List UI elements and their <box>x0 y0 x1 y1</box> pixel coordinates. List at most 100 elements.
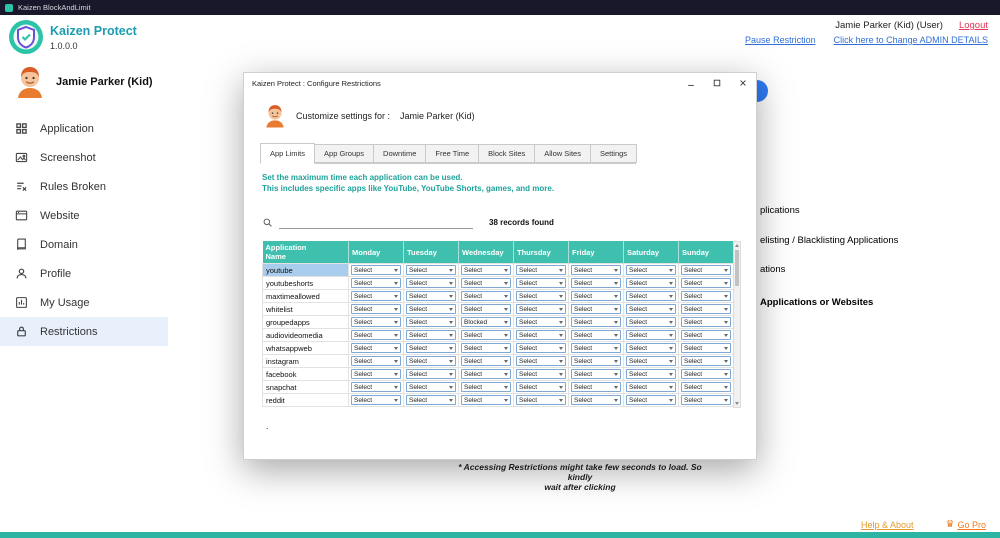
pause-restriction-link[interactable]: Pause Restriction <box>745 35 816 45</box>
day-limit-select[interactable]: Select <box>681 278 731 288</box>
day-limit-select[interactable]: Select <box>351 330 401 340</box>
sidebar-item-profile[interactable]: Profile <box>0 259 168 288</box>
day-limit-select[interactable]: Select <box>571 343 621 353</box>
app-name-cell[interactable]: reddit <box>263 394 349 407</box>
day-limit-select[interactable]: Select <box>681 356 731 366</box>
day-limit-select[interactable]: Select <box>406 343 456 353</box>
day-limit-select[interactable]: Select <box>516 265 566 275</box>
day-limit-select[interactable]: Select <box>351 278 401 288</box>
tab-downtime[interactable]: Downtime <box>373 144 426 163</box>
day-limit-select[interactable]: Select <box>351 369 401 379</box>
day-limit-select[interactable]: Select <box>351 304 401 314</box>
maximize-button[interactable] <box>704 74 730 92</box>
day-limit-select[interactable]: Select <box>461 291 511 301</box>
day-limit-select[interactable]: Select <box>681 382 731 392</box>
sidebar-item-website[interactable]: Website <box>0 201 168 230</box>
day-limit-select[interactable]: Select <box>406 265 456 275</box>
day-limit-select[interactable]: Select <box>351 395 401 405</box>
app-name-cell[interactable]: snapchat <box>263 381 349 394</box>
day-limit-select[interactable]: Select <box>351 382 401 392</box>
tab-allow-sites[interactable]: Allow Sites <box>534 144 591 163</box>
app-name-cell[interactable]: audiovideomedia <box>263 329 349 342</box>
day-limit-select[interactable]: Select <box>571 369 621 379</box>
app-name-cell[interactable]: facebook <box>263 368 349 381</box>
day-limit-select[interactable]: Select <box>351 317 401 327</box>
app-name-cell[interactable]: whitelist <box>263 303 349 316</box>
change-admin-link[interactable]: Click here to Change ADMIN DETAILS <box>834 35 988 45</box>
day-limit-select[interactable]: Select <box>626 382 676 392</box>
day-limit-select[interactable]: Select <box>406 291 456 301</box>
day-limit-select[interactable]: Select <box>626 369 676 379</box>
sidebar-item-application[interactable]: Application <box>0 114 168 143</box>
go-pro-link[interactable]: Go Pro <box>957 520 986 530</box>
day-limit-select[interactable]: Select <box>681 343 731 353</box>
day-limit-select[interactable]: Select <box>516 382 566 392</box>
day-limit-select[interactable]: Select <box>681 395 731 405</box>
help-about-link[interactable]: Help & About <box>861 520 914 530</box>
day-limit-select[interactable]: Select <box>461 330 511 340</box>
day-limit-select[interactable]: Select <box>406 278 456 288</box>
day-limit-select[interactable]: Select <box>406 304 456 314</box>
day-limit-select[interactable]: Select <box>351 356 401 366</box>
day-limit-select[interactable]: Select <box>461 278 511 288</box>
tab-app-limits[interactable]: App Limits <box>260 143 315 164</box>
day-limit-select[interactable]: Select <box>626 343 676 353</box>
day-limit-select[interactable]: Select <box>626 330 676 340</box>
day-limit-select[interactable]: Select <box>516 395 566 405</box>
day-limit-select[interactable]: Select <box>461 265 511 275</box>
day-limit-select[interactable]: Select <box>571 291 621 301</box>
day-limit-select[interactable]: Select <box>406 395 456 405</box>
day-limit-select[interactable]: Select <box>571 395 621 405</box>
day-limit-select[interactable]: Select <box>571 278 621 288</box>
day-limit-select[interactable]: Select <box>516 330 566 340</box>
tab-block-sites[interactable]: Block Sites <box>478 144 535 163</box>
sidebar-item-rules-broken[interactable]: Rules Broken <box>0 172 168 201</box>
scrollbar-thumb[interactable] <box>735 250 739 286</box>
day-limit-select[interactable]: Select <box>406 356 456 366</box>
day-limit-select[interactable]: Select <box>681 291 731 301</box>
day-limit-select[interactable]: Select <box>681 265 731 275</box>
day-limit-select[interactable]: Select <box>461 369 511 379</box>
day-limit-select[interactable]: Select <box>461 382 511 392</box>
day-limit-select[interactable]: Select <box>681 317 731 327</box>
minimize-button[interactable] <box>678 74 704 92</box>
day-limit-select[interactable]: Select <box>626 265 676 275</box>
logout-link[interactable]: Logout <box>959 20 988 31</box>
table-scrollbar[interactable] <box>733 241 741 408</box>
day-limit-select[interactable]: Select <box>406 330 456 340</box>
app-name-cell[interactable]: instagram <box>263 355 349 368</box>
day-limit-select[interactable]: Select <box>571 317 621 327</box>
tab-app-groups[interactable]: App Groups <box>314 144 374 163</box>
day-limit-select[interactable]: Select <box>461 343 511 353</box>
day-limit-select[interactable]: Select <box>626 317 676 327</box>
day-limit-select[interactable]: Select <box>351 343 401 353</box>
day-limit-select[interactable]: Select <box>516 278 566 288</box>
tab-free-time[interactable]: Free Time <box>425 144 479 163</box>
day-limit-select[interactable]: Blocked <box>461 317 511 327</box>
app-name-cell[interactable]: groupedapps <box>263 316 349 329</box>
day-limit-select[interactable]: Select <box>516 291 566 301</box>
day-limit-select[interactable]: Select <box>406 382 456 392</box>
day-limit-select[interactable]: Select <box>461 395 511 405</box>
app-name-cell[interactable]: whatsappweb <box>263 342 349 355</box>
day-limit-select[interactable]: Select <box>626 395 676 405</box>
app-name-cell[interactable]: youtube <box>263 264 349 277</box>
close-button[interactable] <box>730 74 756 92</box>
day-limit-select[interactable]: Select <box>571 265 621 275</box>
sidebar-item-restrictions[interactable]: Restrictions <box>0 317 168 346</box>
day-limit-select[interactable]: Select <box>626 304 676 314</box>
day-limit-select[interactable]: Select <box>351 291 401 301</box>
day-limit-select[interactable]: Select <box>681 369 731 379</box>
day-limit-select[interactable]: Select <box>571 304 621 314</box>
tab-settings[interactable]: Settings <box>590 144 637 163</box>
day-limit-select[interactable]: Select <box>406 369 456 379</box>
day-limit-select[interactable]: Select <box>681 304 731 314</box>
sidebar-item-domain[interactable]: Domain <box>0 230 168 259</box>
day-limit-select[interactable]: Select <box>571 382 621 392</box>
app-name-cell[interactable]: maxtimeallowed <box>263 290 349 303</box>
day-limit-select[interactable]: Select <box>351 265 401 275</box>
day-limit-select[interactable]: Select <box>516 369 566 379</box>
day-limit-select[interactable]: Select <box>516 317 566 327</box>
search-input[interactable] <box>279 215 473 229</box>
day-limit-select[interactable]: Select <box>516 343 566 353</box>
